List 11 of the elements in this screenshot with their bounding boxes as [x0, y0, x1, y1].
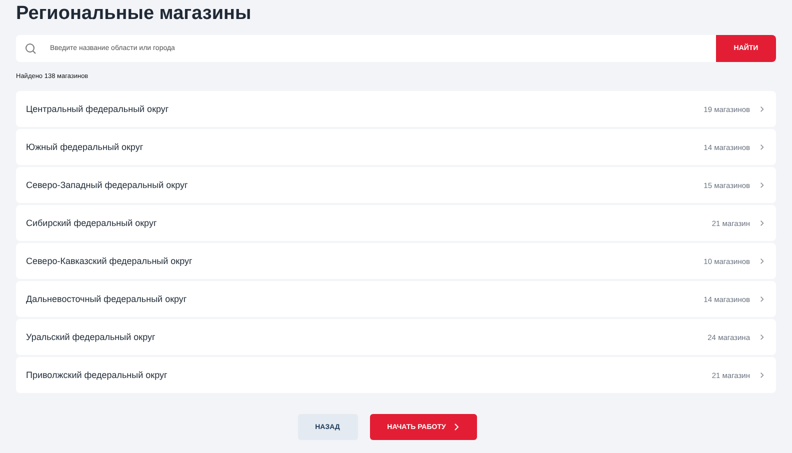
chevron-right-icon: [760, 106, 764, 112]
page-title: Региональные магазины: [16, 2, 252, 26]
chevron-right-icon: [760, 182, 764, 188]
chevron-right-icon: [760, 334, 764, 340]
search-icon: [25, 43, 36, 54]
chevron-right-icon: [760, 296, 764, 302]
chevron-right-icon: [454, 423, 459, 431]
chevron-right-icon: [760, 258, 764, 264]
chevron-right-icon: [760, 144, 764, 150]
chevron-right-icon: [760, 220, 764, 226]
chevron-right-icon: [760, 372, 764, 378]
